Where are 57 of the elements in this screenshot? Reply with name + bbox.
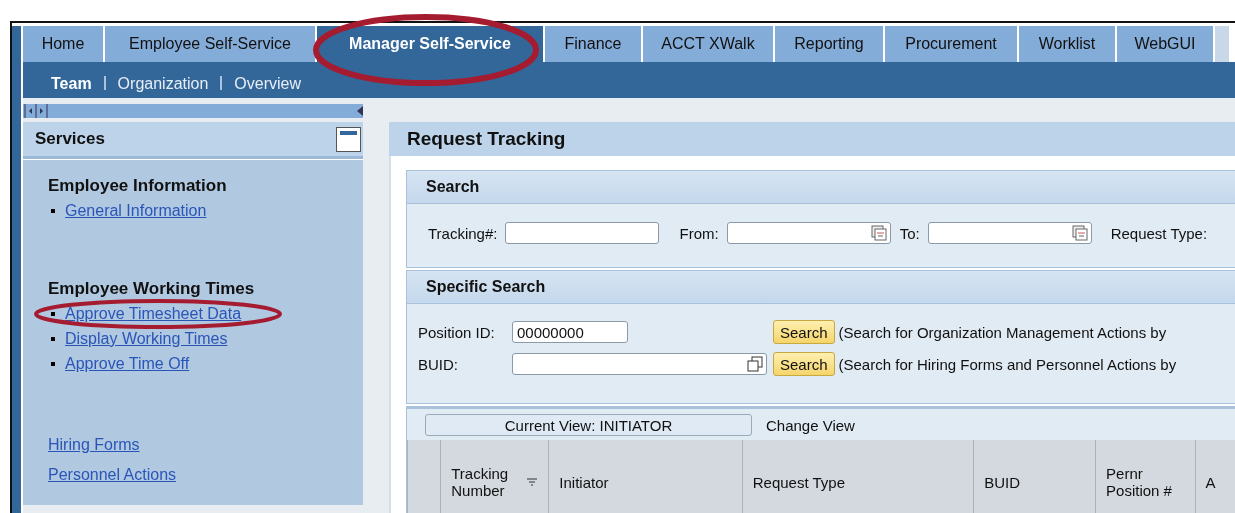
service-link[interactable]: Approve Timesheet Data (65, 304, 242, 323)
current-view-button[interactable]: Current View: INITIATOR (425, 414, 752, 436)
date-field[interactable] (927, 222, 1092, 244)
nav-tab[interactable]: Manager Self-Service (317, 26, 543, 62)
collapse-arrow-icon[interactable] (357, 106, 363, 116)
nav-tab[interactable]: Home (23, 26, 103, 62)
service-link[interactable]: Personnel Actions (48, 466, 177, 483)
search-button[interactable]: Search (773, 352, 835, 376)
panel-title: Services (35, 129, 105, 149)
column-header[interactable]: Initiator (548, 440, 743, 513)
sub-nav-link[interactable]: Overview (234, 67, 301, 93)
input-field[interactable]: 00000000 (512, 321, 628, 343)
nav-tab[interactable]: Finance (545, 26, 641, 62)
nav-tab[interactable]: Procurement (885, 26, 1017, 62)
bullet-icon (51, 336, 55, 341)
service-link[interactable]: Display Working Times (65, 329, 228, 348)
group-heading: Employee Working Times (48, 279, 256, 299)
sort-icon[interactable] (527, 478, 538, 486)
field-label: Request Type: (1110, 224, 1208, 242)
service-link[interactable]: General Information (65, 201, 207, 220)
nav-tab[interactable]: Employee Self-Service (105, 26, 315, 62)
lookup-field[interactable] (512, 353, 767, 375)
field-label: BUID: (418, 355, 459, 373)
bullet-icon (51, 361, 55, 366)
calendar-icon[interactable] (1071, 225, 1088, 241)
input-field[interactable] (505, 222, 660, 244)
nav-tab[interactable]: Reporting (775, 26, 883, 62)
field-label: Position ID: (418, 323, 496, 341)
page-title: Request Tracking (389, 122, 1235, 156)
minimize-icon[interactable] (336, 126, 361, 152)
calendar-icon[interactable] (870, 225, 887, 241)
section-header: Specific Search (407, 271, 1235, 304)
nav-tab[interactable]: ACCT XWalk (643, 26, 773, 62)
field-label: To: (899, 224, 920, 242)
column-header[interactable]: Pernr Position # (1095, 440, 1195, 513)
bullet-icon (51, 208, 55, 213)
hint-text: (Search for Hiring Forms and Personnel Actions by (838, 355, 1177, 373)
column-header[interactable]: Tracking Number (440, 440, 549, 513)
date-field[interactable] (726, 222, 891, 244)
group-heading: Employee Information (48, 176, 228, 196)
sub-nav-link[interactable]: Team (51, 67, 92, 93)
field-label: Tracking#: (428, 224, 498, 242)
column-header[interactable]: BUID (973, 440, 1096, 513)
hint-text: (Search for Organization Management Actions by (838, 323, 1167, 341)
nav-tab[interactable]: Worklist (1019, 26, 1115, 62)
nav-tab[interactable]: WebGUI (1117, 26, 1213, 62)
section-header: Search (407, 171, 1235, 204)
service-link[interactable]: Approve Time Off (65, 354, 190, 373)
field-label: From: (679, 224, 719, 242)
search-button[interactable]: Search (773, 320, 835, 344)
sub-nav-link[interactable]: Organization (117, 67, 209, 93)
change-view-link[interactable]: Change View (766, 416, 855, 434)
lookup-icon[interactable] (747, 356, 763, 372)
bullet-icon (51, 311, 55, 316)
column-header[interactable]: A (1195, 440, 1235, 513)
service-link[interactable]: Hiring Forms (48, 436, 140, 453)
column-header[interactable]: Request Type (742, 440, 974, 513)
